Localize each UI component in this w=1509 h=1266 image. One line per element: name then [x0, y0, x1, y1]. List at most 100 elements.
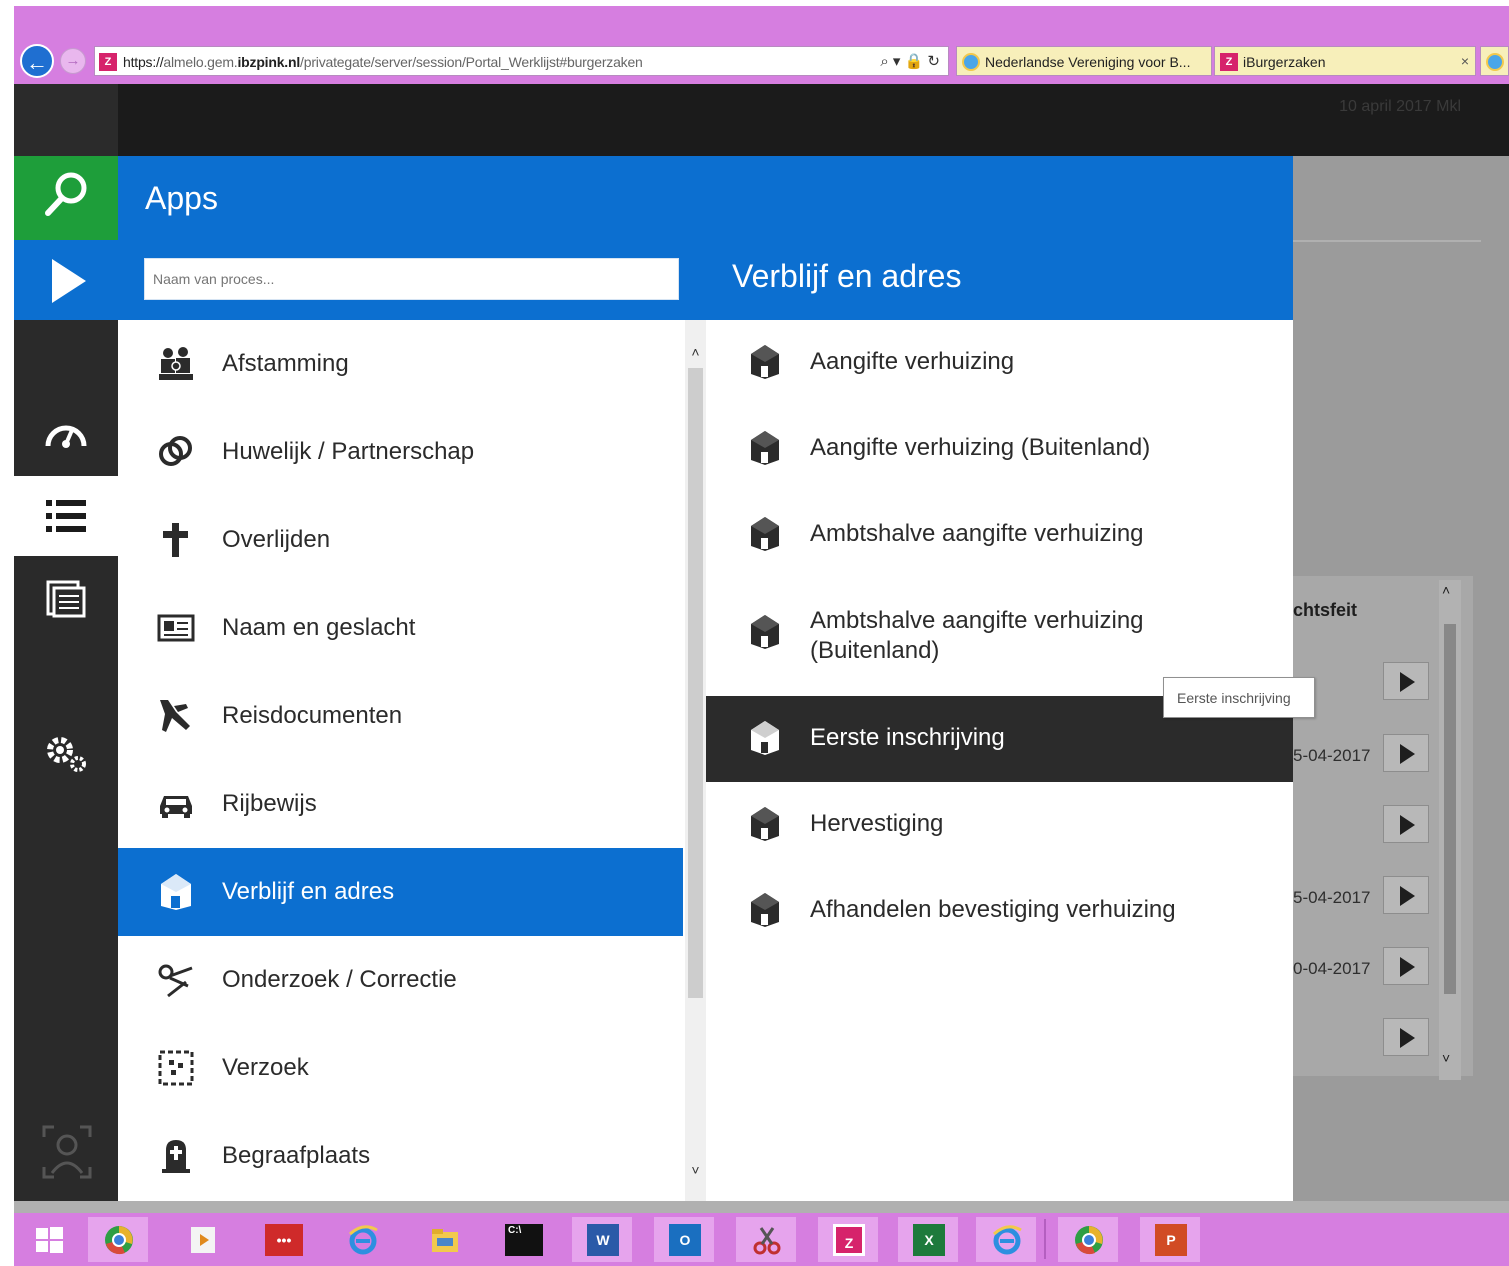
play-icon [1400, 957, 1415, 977]
id-card-icon [157, 614, 195, 642]
app-item-reisdocumenten[interactable]: Reisdocumenten [118, 672, 683, 760]
outlook-icon: O [669, 1224, 701, 1256]
house-icon [751, 345, 779, 379]
grave-icon [162, 1140, 190, 1173]
app-item-huwelijk[interactable]: Huwelijk / Partnerschap [118, 408, 683, 496]
row-play-button[interactable] [1383, 805, 1429, 843]
site-favicon-icon: Z [1220, 53, 1238, 71]
address-bar[interactable]: Z https://almelo.gem.ibzpink.nl/privateg… [94, 46, 949, 76]
taskbar-internet-explorer[interactable] [332, 1217, 392, 1262]
taskbar-pink-app[interactable]: Z [818, 1217, 878, 1262]
process-item-aangifte-verhuizing[interactable]: Aangifte verhuizing [706, 320, 1293, 406]
chrome-icon [1075, 1226, 1103, 1255]
app-item-overlijden[interactable]: Overlijden [118, 496, 683, 584]
taskbar-file-explorer[interactable] [414, 1217, 474, 1262]
taskbar-media-player[interactable] [172, 1217, 232, 1262]
apps-scrollbar[interactable]: ˄ ˅ [685, 320, 706, 1201]
documents-icon [46, 580, 86, 618]
scroll-down-icon[interactable]: ˅ [685, 1158, 706, 1182]
scroll-down-icon[interactable]: ˅ [1442, 1050, 1450, 1066]
play-icon [52, 259, 86, 303]
gears-icon [47, 737, 86, 772]
scroll-thumb[interactable] [1444, 624, 1456, 994]
rail-dashboard[interactable] [14, 394, 118, 474]
play-icon [1400, 744, 1415, 764]
scroll-up-icon[interactable]: ˄ [685, 340, 706, 364]
left-rail [14, 156, 118, 1201]
taskbar-excel[interactable]: X [898, 1217, 958, 1262]
taskbar-internet-explorer-active[interactable] [976, 1217, 1036, 1262]
rail-worklist[interactable] [14, 476, 118, 556]
address-bar-controls[interactable]: ⌕ ▾ 🔒 ↻ [880, 52, 940, 70]
browser-tab-partial[interactable] [1480, 46, 1509, 76]
back-button[interactable]: ← [20, 44, 54, 78]
dashboard-gauge-icon [45, 425, 87, 448]
divider [1293, 240, 1481, 242]
close-tab-icon[interactable]: × [1461, 53, 1469, 69]
rings-icon [159, 436, 192, 466]
taskbar-chrome-2[interactable] [1058, 1217, 1118, 1262]
process-item-hervestiging[interactable]: Hervestiging [706, 782, 1293, 868]
worklist-scrollbar[interactable]: ˄ ˅ [1439, 580, 1461, 1080]
list-icon [46, 500, 86, 532]
family-icon [159, 347, 193, 380]
scroll-thumb[interactable] [688, 368, 703, 998]
word-icon: W [587, 1224, 619, 1256]
taskbar-outlook[interactable]: O [654, 1217, 714, 1262]
rail-documents[interactable] [14, 558, 118, 638]
house-icon [161, 874, 191, 910]
app-item-begraafplaats[interactable]: Begraafplaats [118, 1112, 683, 1200]
taskbar-dots-app[interactable]: ••• [254, 1217, 314, 1262]
play-icon [1400, 1028, 1415, 1048]
cmd-icon: C:\ [505, 1224, 543, 1256]
row-play-button[interactable] [1383, 947, 1429, 985]
browser-tab-iburgerzaken[interactable]: Z iBurgerzaken × [1214, 46, 1476, 76]
app-item-verblijf-adres[interactable]: Verblijf en adres [118, 848, 683, 936]
app-header: 10 april 2017 Mkl [14, 84, 1509, 156]
taskbar-word[interactable]: W [572, 1217, 632, 1262]
forward-button[interactable]: → [60, 48, 86, 74]
scroll-up-icon[interactable]: ˄ [1442, 582, 1450, 598]
row-date: 5-04-2017 [1293, 888, 1371, 907]
process-item-aangifte-verhuizing-buitenland[interactable]: Aangifte verhuizing (Buitenland) [706, 406, 1293, 492]
search-icon [45, 172, 87, 216]
apps-title: Apps [145, 180, 218, 216]
taskbar-powerpoint[interactable]: P [1140, 1217, 1200, 1262]
house-icon [751, 721, 779, 755]
apps-list: Afstamming Huwelijk / Partnerschap Overl… [118, 320, 683, 1201]
dots-app-icon: ••• [265, 1224, 303, 1256]
process-item-ambtshalve-aangifte[interactable]: Ambtshalve aangifte verhuizing [706, 492, 1293, 578]
apps-panel: Apps Afstamming Huwelijk / Partnerschap [118, 156, 706, 1201]
app-item-rijbewijs[interactable]: Rijbewijs [118, 760, 683, 848]
row-play-button[interactable] [1383, 1018, 1429, 1056]
row-play-button[interactable] [1383, 734, 1429, 772]
row-play-button[interactable] [1383, 876, 1429, 914]
process-item-afhandelen-bevestiging[interactable]: Afhandelen bevestiging verhuizing [706, 868, 1293, 954]
tooltip: Eerste inschrijving [1163, 677, 1315, 718]
cross-icon [163, 523, 188, 557]
app-item-afstamming[interactable]: Afstamming [118, 320, 683, 408]
play-icon [1400, 672, 1415, 692]
pink-app-icon: Z [833, 1224, 865, 1256]
column-header-rechtsfeit: chtsfeit [1293, 600, 1358, 620]
taskbar-command-prompt[interactable]: C:\ [494, 1217, 554, 1262]
taskbar-snipping-tool[interactable] [736, 1217, 796, 1262]
row-play-button[interactable] [1383, 662, 1429, 700]
powerpoint-icon: P [1155, 1224, 1187, 1256]
rail-settings[interactable] [14, 712, 118, 792]
browser-tab-nvvb[interactable]: Nederlandse Vereniging voor B... [956, 46, 1212, 76]
search-button[interactable] [14, 156, 118, 240]
app-item-onderzoek-correctie[interactable]: Onderzoek / Correctie [118, 936, 683, 1024]
house-icon [751, 431, 779, 465]
app-item-naam-geslacht[interactable]: Naam en geslacht [118, 584, 683, 672]
row-date: 5-04-2017 [1293, 746, 1371, 765]
user-profile-icon[interactable] [40, 1123, 94, 1195]
windows-start-button[interactable] [18, 1217, 78, 1262]
start-process-button[interactable] [14, 240, 118, 320]
site-favicon-icon: Z [99, 53, 117, 71]
house-icon [751, 615, 779, 649]
excel-icon: X [913, 1224, 945, 1256]
process-search-input[interactable] [144, 258, 679, 300]
taskbar-chrome[interactable] [88, 1217, 148, 1262]
app-item-verzoek[interactable]: Verzoek [118, 1024, 683, 1112]
